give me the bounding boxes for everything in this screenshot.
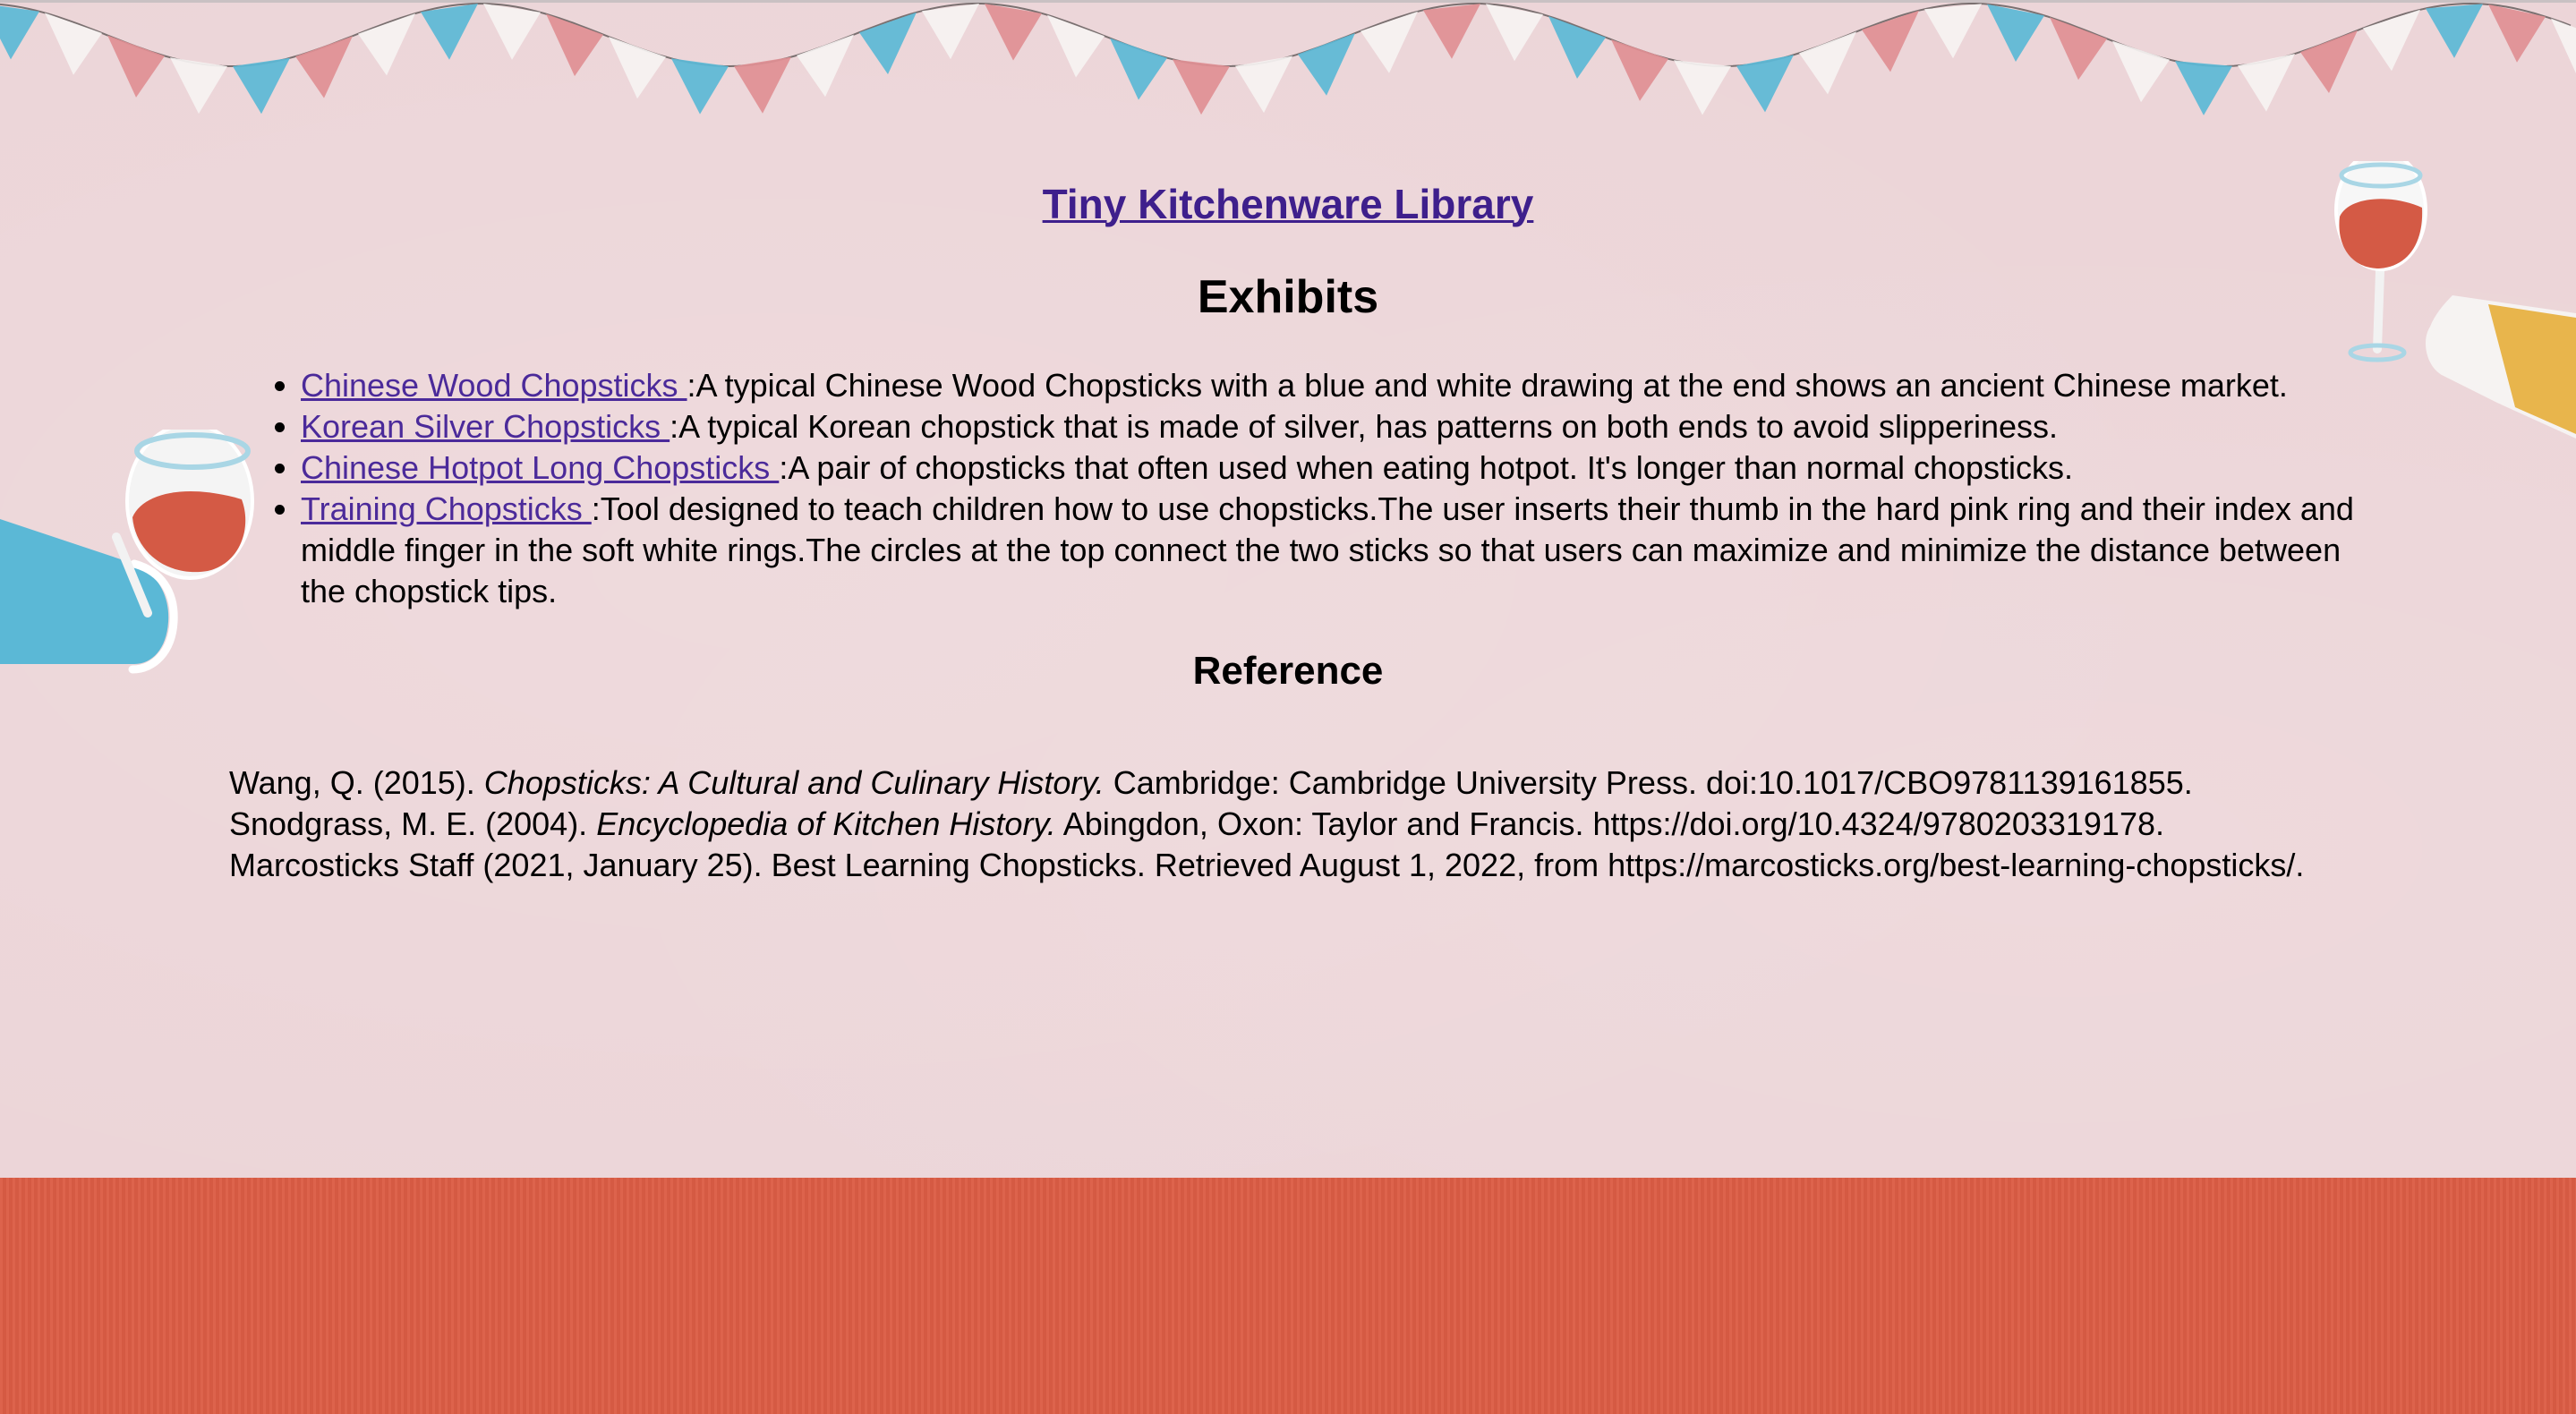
exhibit-description: :A typical Chinese Wood Chopsticks with … <box>687 367 2288 404</box>
floor-band <box>0 1178 2576 1414</box>
reference-title: Chopsticks: A Cultural and Culinary Hist… <box>483 764 1105 801</box>
reference-entry: Snodgrass, M. E. (2004). Encyclopedia of… <box>229 804 2422 845</box>
site-title: Tiny Kitchenware Library <box>0 175 2576 233</box>
reference-entry: Marcosticks Staff (2021, January 25). Be… <box>229 845 2422 886</box>
reference-heading: Reference <box>1192 649 1384 693</box>
exhibit-link-korean-silver-chopsticks[interactable]: Korean Silver Chopsticks <box>301 408 670 445</box>
exhibit-description: :A pair of chopsticks that often used wh… <box>779 449 2074 486</box>
exhibit-link-training-chopsticks[interactable]: Training Chopsticks <box>301 490 592 527</box>
reference-author: Snodgrass, M. E. (2004). <box>229 805 597 842</box>
reference-title: Encyclopedia of Kitchen History. <box>596 805 1056 842</box>
reference-publisher: Cambridge: Cambridge University Press. d… <box>1104 764 2193 801</box>
exhibits-heading: Exhibits <box>1197 271 1379 323</box>
reference-author: Marcosticks Staff (2021, January 25). Be… <box>229 847 2305 883</box>
exhibit-list: Chinese Wood Chopsticks :A typical Chine… <box>272 365 2386 612</box>
site-title-link[interactable]: Tiny Kitchenware Library <box>1043 181 1534 227</box>
exhibit-description: :A typical Korean chopstick that is made… <box>670 408 2059 445</box>
exhibit-link-chinese-wood-chopsticks[interactable]: Chinese Wood Chopsticks <box>301 367 687 404</box>
exhibit-description: :Tool designed to teach children how to … <box>301 490 2354 609</box>
reference-publisher: Abingdon, Oxon: Taylor and Francis. http… <box>1055 805 2165 842</box>
main-content: Tiny Kitchenware Library Exhibits Chines… <box>0 0 2576 1178</box>
list-item: Chinese Hotpot Long Chopsticks :A pair o… <box>301 447 2386 489</box>
reference-list: Wang, Q. (2015). Chopsticks: A Cultural … <box>229 762 2422 886</box>
reference-entry: Wang, Q. (2015). Chopsticks: A Cultural … <box>229 762 2422 804</box>
list-item: Training Chopsticks :Tool designed to te… <box>301 489 2386 612</box>
list-item: Korean Silver Chopsticks :A typical Kore… <box>301 406 2386 447</box>
exhibit-link-chinese-hotpot-long-chopsticks[interactable]: Chinese Hotpot Long Chopsticks <box>301 449 779 486</box>
list-item: Chinese Wood Chopsticks :A typical Chine… <box>301 365 2386 406</box>
reference-author: Wang, Q. (2015). <box>229 764 484 801</box>
